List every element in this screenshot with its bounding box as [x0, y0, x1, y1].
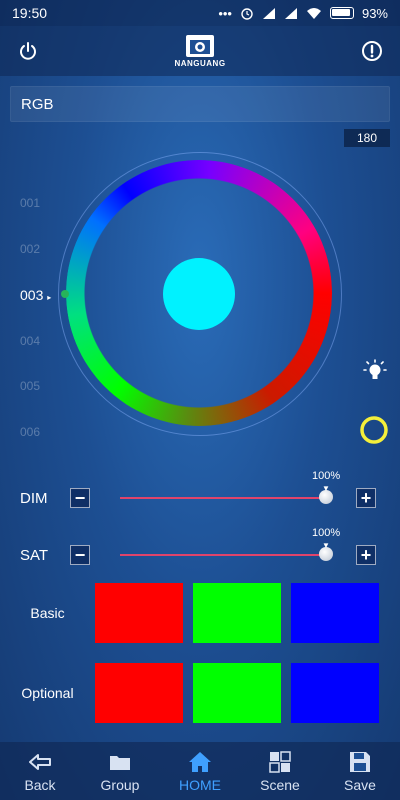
hue-value-display: 180: [344, 129, 390, 147]
back-arrow-icon: [27, 750, 53, 774]
status-icons: ••• 93%: [218, 6, 388, 21]
nav-back[interactable]: Back: [0, 742, 80, 800]
nav-home[interactable]: HOME: [160, 742, 240, 800]
alarm-icon: [241, 8, 253, 20]
camera-logo-icon: [185, 34, 214, 57]
color-ring-icon[interactable]: [359, 415, 389, 445]
basic-swatch-green[interactable]: [193, 583, 281, 643]
nav-save-label: Save: [344, 776, 376, 793]
sat-percent-label: 100%: [312, 527, 341, 539]
app-header: NANGUANG: [0, 26, 400, 76]
sat-slider-row: SAT − 100% ▼ +: [0, 527, 400, 571]
mode-selector[interactable]: RGB: [10, 86, 390, 122]
signal-icon-2: [284, 8, 297, 19]
optional-label: Optional: [21, 685, 74, 701]
color-wheel-handle[interactable]: [61, 290, 69, 298]
brand-name: NANGUANG: [174, 58, 226, 68]
folder-icon: [107, 750, 133, 774]
preset-item-005[interactable]: 005: [20, 379, 40, 393]
sat-decrease-button[interactable]: −: [70, 545, 90, 565]
preset-item-001[interactable]: 001: [20, 196, 40, 210]
dim-pointer-icon: ▼: [322, 484, 330, 493]
optional-swatch-row: Optional: [0, 663, 400, 723]
dim-decrease-button[interactable]: −: [70, 488, 90, 508]
battery-percent: 93%: [361, 5, 388, 21]
optional-swatch-blue[interactable]: [291, 663, 379, 723]
home-icon: [187, 750, 213, 774]
status-time: 19:50: [12, 5, 48, 21]
sat-label: SAT: [20, 547, 49, 564]
optional-swatch-red[interactable]: [95, 663, 183, 723]
save-icon: [347, 750, 373, 774]
hue-value-text: 180: [356, 131, 378, 145]
power-icon[interactable]: [16, 39, 40, 63]
optional-swatch-green[interactable]: [193, 663, 281, 723]
notification-dots: •••: [218, 5, 232, 21]
sat-pointer-icon: ▼: [322, 541, 330, 550]
sat-increase-button[interactable]: +: [356, 545, 376, 565]
basic-swatch-row: Basic: [0, 583, 400, 643]
status-bar: 19:50 ••• 93%: [0, 0, 400, 26]
color-wheel[interactable]: [58, 152, 342, 436]
preset-item-003[interactable]: 003 ▸: [20, 287, 51, 303]
sat-slider-track[interactable]: [120, 554, 326, 556]
preset-item-004[interactable]: 004: [20, 334, 40, 348]
preset-item-006[interactable]: 006: [20, 425, 40, 439]
info-icon[interactable]: [360, 39, 384, 63]
signal-icon: [262, 8, 275, 19]
nav-save[interactable]: Save: [320, 742, 400, 800]
basic-swatch-red[interactable]: [95, 583, 183, 643]
nav-scene-label: Scene: [260, 776, 300, 793]
brand-logo: NANGUANG: [174, 34, 226, 68]
nav-home-label: HOME: [179, 776, 221, 793]
dim-label: DIM: [20, 490, 48, 507]
preset-pointer-icon: ▸: [47, 293, 52, 302]
dim-slider-row: DIM − 100% ▼ +: [0, 470, 400, 514]
basic-label: Basic: [30, 605, 65, 621]
dim-percent-label: 100%: [312, 470, 341, 482]
nav-group[interactable]: Group: [80, 742, 160, 800]
nav-back-label: Back: [24, 776, 56, 793]
selected-color-preview: [163, 258, 235, 330]
mode-label: RGB: [21, 95, 54, 113]
grid-icon: [267, 750, 293, 774]
light-bulb-icon[interactable]: [359, 356, 389, 386]
basic-swatch-blue[interactable]: [291, 583, 379, 643]
nav-scene[interactable]: Scene: [240, 742, 320, 800]
battery-icon: [329, 7, 354, 19]
bottom-nav: Back Group HOME Scene Save: [0, 742, 400, 800]
preset-item-002[interactable]: 002: [20, 242, 40, 256]
wifi-icon: [306, 8, 321, 19]
nav-group-label: Group: [100, 776, 140, 793]
dim-slider-track[interactable]: [120, 497, 326, 499]
dim-increase-button[interactable]: +: [356, 488, 376, 508]
